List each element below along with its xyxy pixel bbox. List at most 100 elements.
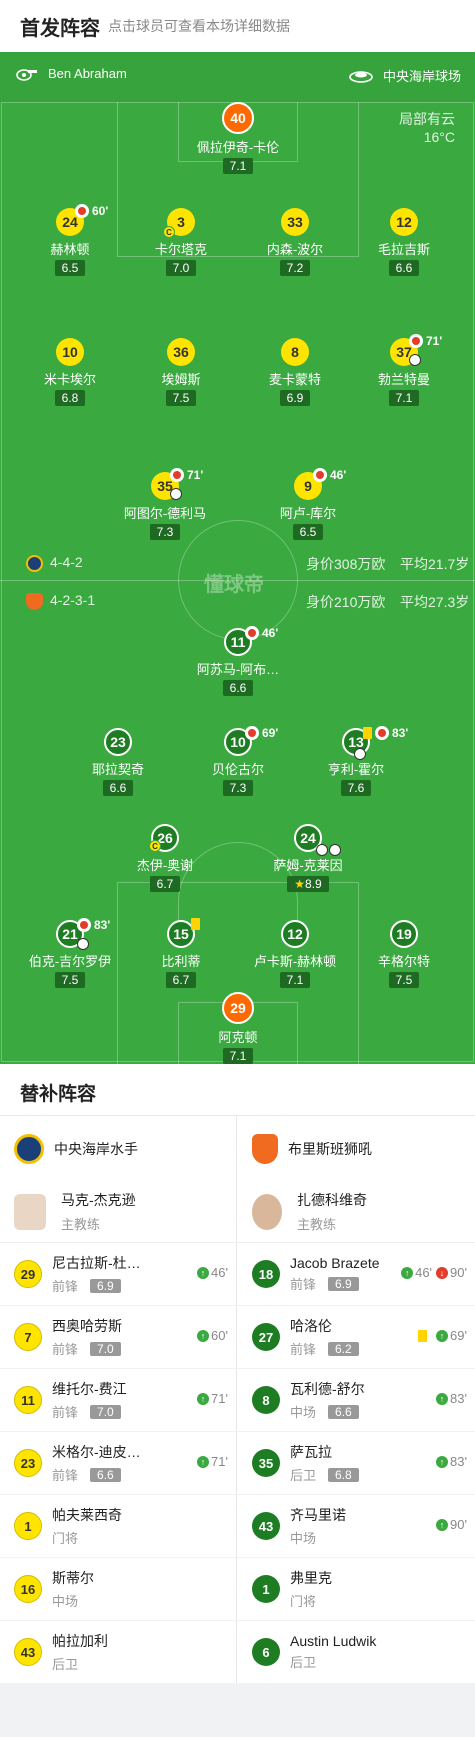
sub-out-icon: ↓ [436, 1266, 449, 1279]
sub-player[interactable]: 8 瓦利德-舒尔 中场 6.6 ↑ 83' [238, 1369, 475, 1432]
yellow-card-icon [363, 727, 372, 739]
player-name: 瓦利德-舒尔 [290, 1381, 365, 1397]
sub-player[interactable]: 16 斯蒂尔 中场 [0, 1558, 236, 1621]
sub-in-icon: ↑ [197, 1266, 210, 1279]
player-number: 8 [252, 1386, 280, 1414]
player-number: 9 [304, 478, 312, 494]
sub-player[interactable]: 29 尼古拉斯-杜… 前锋 6.9 ↑ 46' [0, 1243, 236, 1306]
player-position: 前锋 [52, 1342, 79, 1357]
sub-player[interactable]: 27 哈洛伦 前锋 6.2 ↑ 69' [238, 1306, 475, 1369]
away-player[interactable]: 15 比利蒂 6.7 [121, 918, 241, 989]
temperature: 16°C [423, 129, 455, 145]
sub-event: 46' [245, 626, 278, 640]
away-team-summary: 4-2-3-1 身价210万欧 平均27.3岁 [0, 592, 475, 612]
home-team-badge-icon [26, 555, 43, 572]
player-rating: 6.6 [328, 1404, 359, 1419]
sub-event: 83' [363, 726, 408, 740]
player-rating: 6.9 [279, 390, 311, 406]
lineup-header: 首发阵容 点击球员可查看本场详细数据 [0, 0, 475, 52]
away-player[interactable]: 21 83' 伯克-吉尔罗伊 7.5 [10, 918, 130, 989]
player-name: 赫林顿 [50, 242, 90, 257]
player-position: 中场 [290, 1531, 317, 1546]
home-player[interactable]: 40 佩拉伊奇-卡伦 7.1 [178, 102, 298, 175]
player-rating: 7.0 [90, 1404, 121, 1419]
player-position: 门将 [290, 1594, 317, 1609]
weather-info: 局部有云 16°C [399, 110, 455, 146]
home-player[interactable]: 12 毛拉吉斯 6.6 [344, 208, 464, 277]
player-number: 36 [167, 338, 195, 366]
player-number: 1 [14, 1512, 42, 1540]
player-rating: 7.1 [222, 1048, 254, 1064]
player-name: 耶拉契奇 [91, 762, 144, 777]
home-coach[interactable]: 马克-杰克逊 主教练 [0, 1181, 236, 1243]
sub-event: 46' [313, 468, 346, 482]
assist-icon [77, 938, 89, 950]
whistle-icon [16, 68, 37, 81]
sub-in-icon: ↑ [436, 1518, 449, 1531]
sub-player[interactable]: 6 Austin Ludwik 后卫 [238, 1621, 475, 1684]
home-player[interactable]: 24 60' 赫林顿 6.5 [10, 204, 130, 277]
home-player[interactable]: 37 71' 勃兰特曼 7.1 [344, 334, 464, 407]
away-player[interactable]: 26 C 杰伊-奥谢 6.7 [105, 824, 225, 893]
away-player[interactable]: 13 83' 亨利-霍尔 7.6 [296, 726, 416, 797]
sub-event: 71' [170, 468, 203, 482]
player-name: 萨瓦拉 [290, 1444, 332, 1460]
away-player[interactable]: 10 69' 贝伦古尔 7.3 [178, 726, 298, 797]
sub-player[interactable]: 7 西奥哈劳斯 前锋 7.0 ↑ 60' [0, 1306, 236, 1369]
coach-name: 马克-杰克逊 [61, 1192, 136, 1208]
home-player[interactable]: 8 麦卡蒙特 6.9 [235, 338, 355, 407]
away-coach[interactable]: 扎德科维奇 主教练 [238, 1181, 475, 1243]
player-rating: ★8.9 [287, 876, 329, 892]
player-number: 12 [281, 920, 309, 948]
sub-player[interactable]: 11 维托尔-费江 前锋 7.0 ↑ 71' [0, 1369, 236, 1432]
page-title: 首发阵容 [20, 17, 100, 40]
captain-icon: C [149, 840, 161, 852]
home-player[interactable]: 35 71' 阿图尔-德利马 7.3 [105, 468, 225, 541]
home-player[interactable]: 33 内森-波尔 7.2 [235, 208, 355, 277]
substitutes-title: 替补阵容 [0, 1064, 475, 1116]
sub-player[interactable]: 43 帕拉加利 后卫 [0, 1621, 236, 1684]
player-name: 米卡埃尔 [43, 372, 96, 387]
player-name: 麦卡蒙特 [268, 372, 321, 387]
home-player[interactable]: 9 46' 阿卢-库尔 6.5 [248, 468, 368, 541]
home-player[interactable]: 36 埃姆斯 7.5 [121, 338, 241, 407]
sub-time: ↑ 46' ↓ 90' [401, 1265, 467, 1280]
player-position: 前锋 [290, 1277, 317, 1292]
sub-player[interactable]: 1 弗里克 门将 [238, 1558, 475, 1621]
player-rating: 6.5 [54, 260, 86, 276]
player-number: 23 [14, 1449, 42, 1477]
sub-player[interactable]: 35 萨瓦拉 后卫 6.8 ↑ 83' [238, 1432, 475, 1495]
player-rating: 7.1 [222, 158, 254, 174]
player-number: 18 [252, 1260, 280, 1288]
away-player[interactable]: 24 萨姆-克莱因 ★8.9 [248, 824, 368, 893]
pitch: Ben Abraham 中央海岸球场 局部有云 16°C 40 佩拉伊奇-卡伦 … [0, 52, 475, 1064]
player-number: 1 [252, 1575, 280, 1603]
home-player[interactable]: 3 C 卡尔塔克 7.0 [121, 208, 241, 277]
player-rating: 7.0 [90, 1341, 121, 1356]
away-player[interactable]: 12 卢卡斯-赫林顿 7.1 [235, 920, 355, 989]
player-rating: 7.1 [388, 390, 420, 406]
sub-player[interactable]: 18 Jacob Brazete 前锋 6.9 ↑ 46' ↓ 90' [238, 1243, 475, 1306]
player-rating: 6.6 [388, 260, 420, 276]
away-player[interactable]: 11 46' 阿苏马-阿布… 6.6 [178, 626, 298, 697]
home-value: 身价308万欧 [306, 556, 386, 572]
player-number: 43 [252, 1512, 280, 1540]
away-player[interactable]: 29 阿克顿 7.1 [178, 992, 298, 1064]
sub-in-time: ↑ 46' [197, 1265, 228, 1280]
sub-player[interactable]: 1 帕夫莱西奇 门将 [0, 1495, 236, 1558]
yellow-card-icon [191, 918, 200, 930]
sub-out-icon [245, 626, 259, 640]
home-team-logo-icon [14, 1133, 44, 1164]
player-name: 阿克顿 [218, 1030, 258, 1045]
player-position: 前锋 [52, 1468, 79, 1483]
home-player[interactable]: 10 米卡埃尔 6.8 [10, 338, 130, 407]
away-player[interactable]: 19 辛格尔特 7.5 [344, 920, 464, 989]
assist-icon [354, 748, 366, 760]
sub-player[interactable]: 43 齐马里诺 中场 ↑ 90' [238, 1495, 475, 1558]
away-player[interactable]: 23 耶拉契奇 6.6 [58, 728, 178, 797]
away-team-row[interactable]: 布里斯班狮吼 [238, 1116, 475, 1181]
home-team-row[interactable]: 中央海岸水手 [0, 1116, 236, 1181]
player-rating: 7.5 [54, 972, 86, 988]
sub-player[interactable]: 23 米格尔-迪皮… 前锋 6.6 ↑ 71' [0, 1432, 236, 1495]
home-age: 平均21.7岁 [400, 556, 470, 572]
